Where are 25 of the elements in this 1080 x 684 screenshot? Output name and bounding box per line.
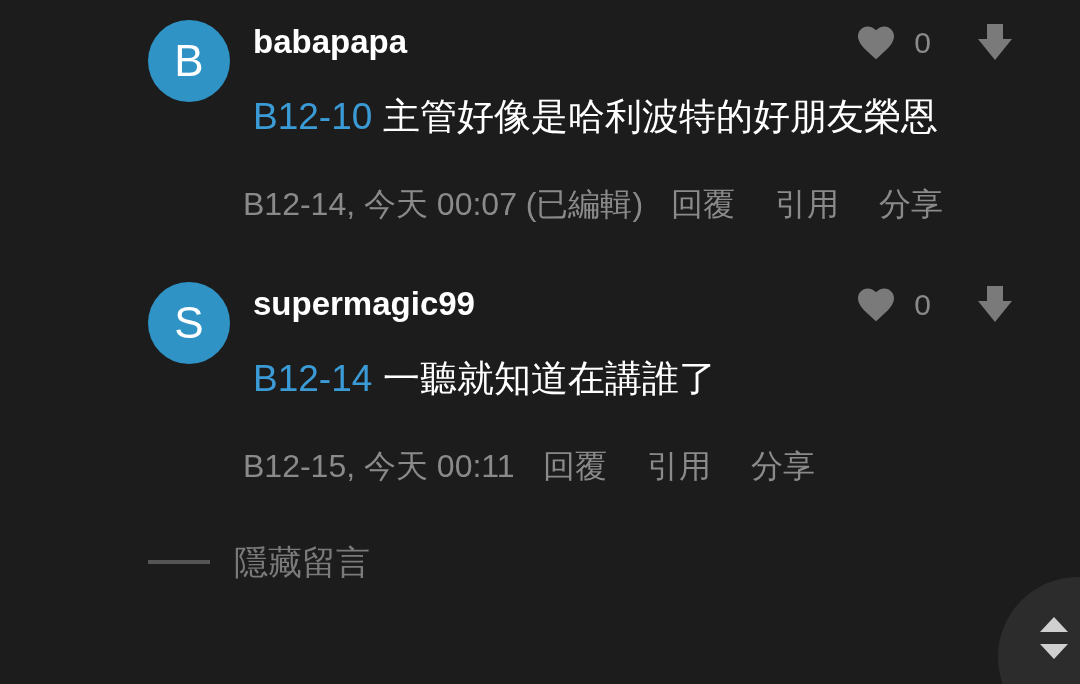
avatar[interactable]: B — [148, 20, 230, 102]
comment-action-link[interactable]: 分享 — [750, 442, 815, 490]
reply-reference-link[interactable]: B12-14 — [253, 358, 373, 399]
hide-comments-link[interactable]: 隱藏留言 — [234, 540, 370, 584]
like-count: 0 — [914, 286, 931, 323]
comment-action-link[interactable]: 引用 — [646, 442, 711, 490]
comment-action-link[interactable]: 引用 — [775, 180, 840, 228]
comment-meta: B12-14, 今天 00:07 (已編輯) — [243, 185, 644, 224]
comment-text: B12-10 主管好像是哈利波特的好朋友榮恩 — [253, 95, 939, 139]
down-arrow-icon[interactable] — [977, 23, 1013, 61]
reply-reference-link[interactable]: B12-10 — [253, 96, 373, 137]
username[interactable]: babapapa — [253, 20, 408, 64]
up-triangle-icon — [1040, 617, 1068, 632]
comment-meta: B12-15, 今天 00:11 — [243, 447, 515, 486]
comment-action-link[interactable]: 分享 — [879, 180, 944, 228]
comment-text: B12-14 一聽就知道在講誰了 — [253, 357, 717, 401]
like-count: 0 — [914, 24, 931, 61]
comment-action-link[interactable]: 回覆 — [671, 180, 736, 228]
avatar[interactable]: S — [148, 282, 230, 364]
down-triangle-icon — [1040, 644, 1068, 659]
heart-icon[interactable] — [856, 24, 897, 60]
down-arrow-icon[interactable] — [977, 285, 1013, 323]
username[interactable]: supermagic99 — [253, 282, 475, 326]
heart-icon[interactable] — [856, 286, 897, 322]
comment-action-link[interactable]: 回覆 — [542, 442, 607, 490]
